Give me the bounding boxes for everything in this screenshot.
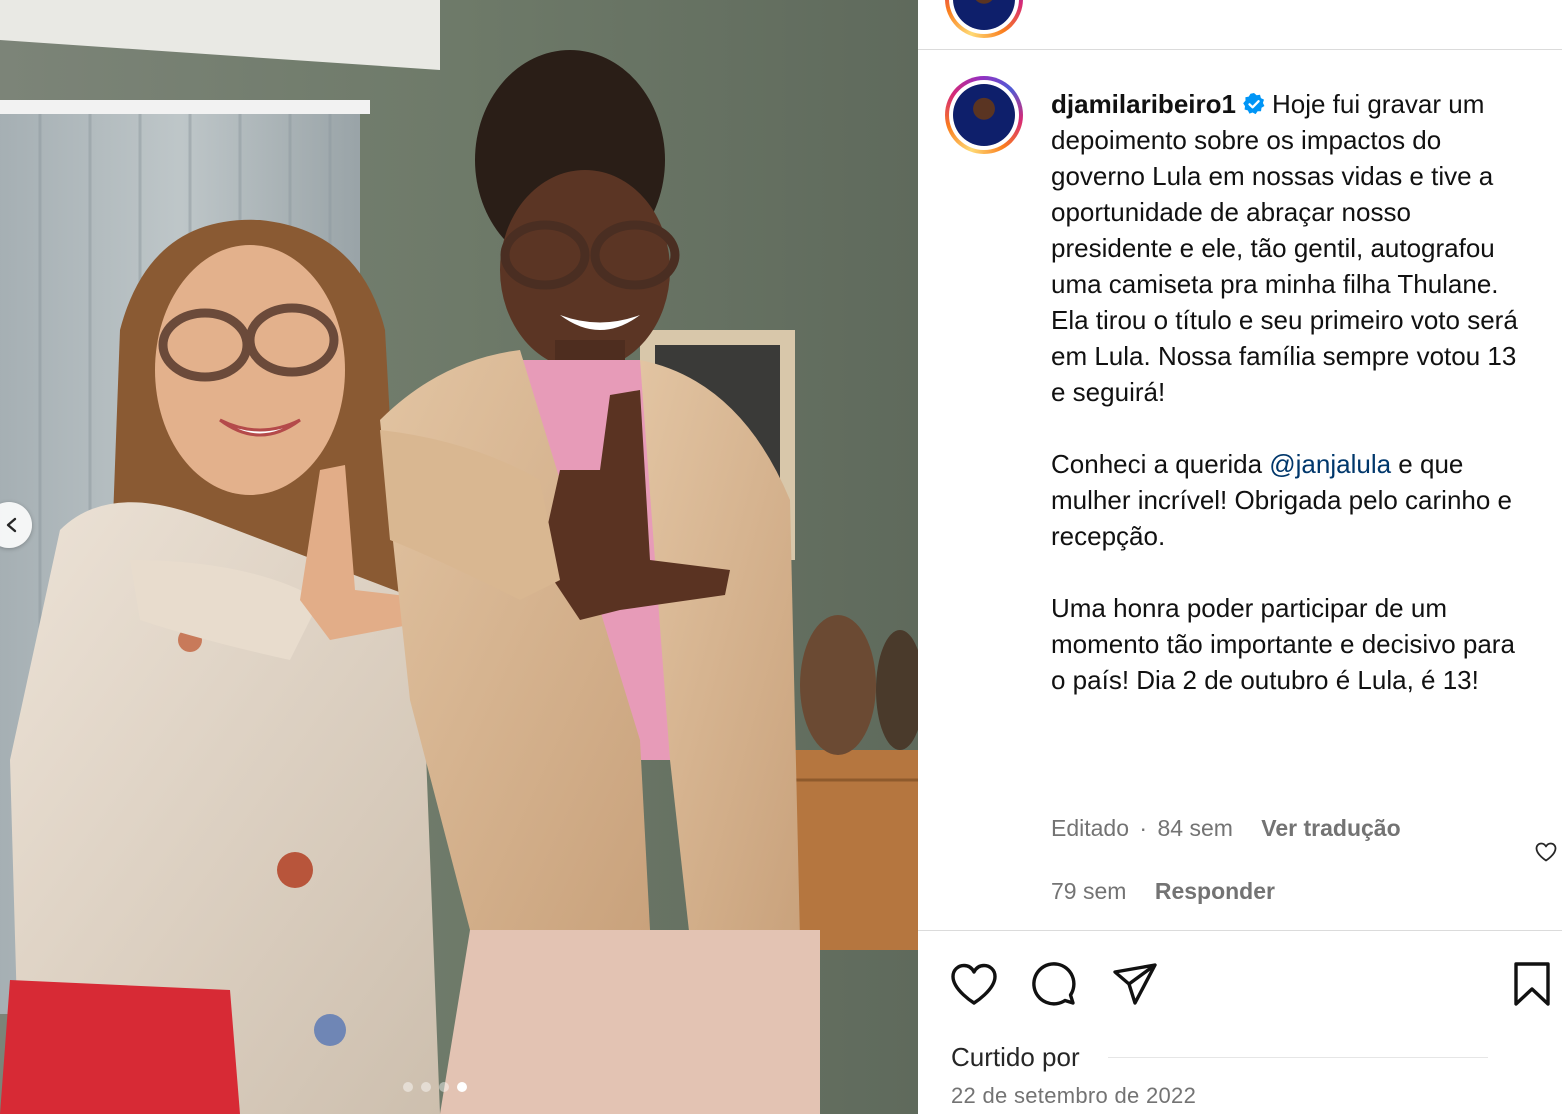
caption-body-2: e que mulher incrível! Obrigada pelo car… <box>1051 449 1515 695</box>
verified-badge-icon <box>1243 93 1265 115</box>
comment-meta: 79 sem Responder <box>1051 878 1275 905</box>
username-link[interactable]: djamilaribeiro1 <box>1051 89 1236 119</box>
carousel-dot[interactable] <box>403 1082 413 1092</box>
heart-outline-icon[interactable] <box>1534 840 1558 864</box>
carousel-dot-active[interactable] <box>457 1082 467 1092</box>
avatar[interactable] <box>945 76 1023 154</box>
caption-meta: Editado · 84 sem Ver tradução <box>1051 815 1401 842</box>
caption-text: djamilaribeiro1 Hoje fui gravar um depoim… <box>1051 86 1531 698</box>
heart-icon[interactable] <box>950 960 998 1008</box>
bookmark-icon[interactable] <box>1512 960 1552 1008</box>
liked-by-label[interactable]: Curtido por <box>951 1042 1080 1073</box>
post-details-panel: djamilaribeiro1 Hoje fui gravar um depoim… <box>918 0 1562 1114</box>
chevron-left-icon <box>6 517 17 533</box>
share-icon[interactable] <box>1111 960 1159 1008</box>
caption-body-1: Hoje fui gravar um depoimento sobre os i… <box>1051 89 1518 479</box>
header-avatar[interactable] <box>945 0 1023 38</box>
reply-button[interactable]: Responder <box>1155 878 1275 904</box>
comment-age[interactable]: 79 sem <box>1051 878 1126 904</box>
liked-by-placeholder <box>1108 1057 1488 1058</box>
post-image <box>0 0 918 1114</box>
see-translation-button[interactable]: Ver tradução <box>1261 815 1400 841</box>
post-date[interactable]: 22 de setembro de 2022 <box>951 1083 1196 1109</box>
meta-separator: · <box>1139 815 1148 841</box>
post-age[interactable]: 84 sem <box>1157 815 1232 841</box>
post-photo <box>0 0 918 1114</box>
carousel-dots <box>403 1082 467 1092</box>
mention-link[interactable]: @janjalula <box>1269 449 1391 479</box>
post-header <box>918 0 1562 50</box>
actions-divider <box>918 930 1562 931</box>
carousel-dot[interactable] <box>421 1082 431 1092</box>
edited-label: Editado <box>1051 815 1130 841</box>
comment-icon[interactable] <box>1030 960 1078 1008</box>
carousel-dot[interactable] <box>439 1082 449 1092</box>
